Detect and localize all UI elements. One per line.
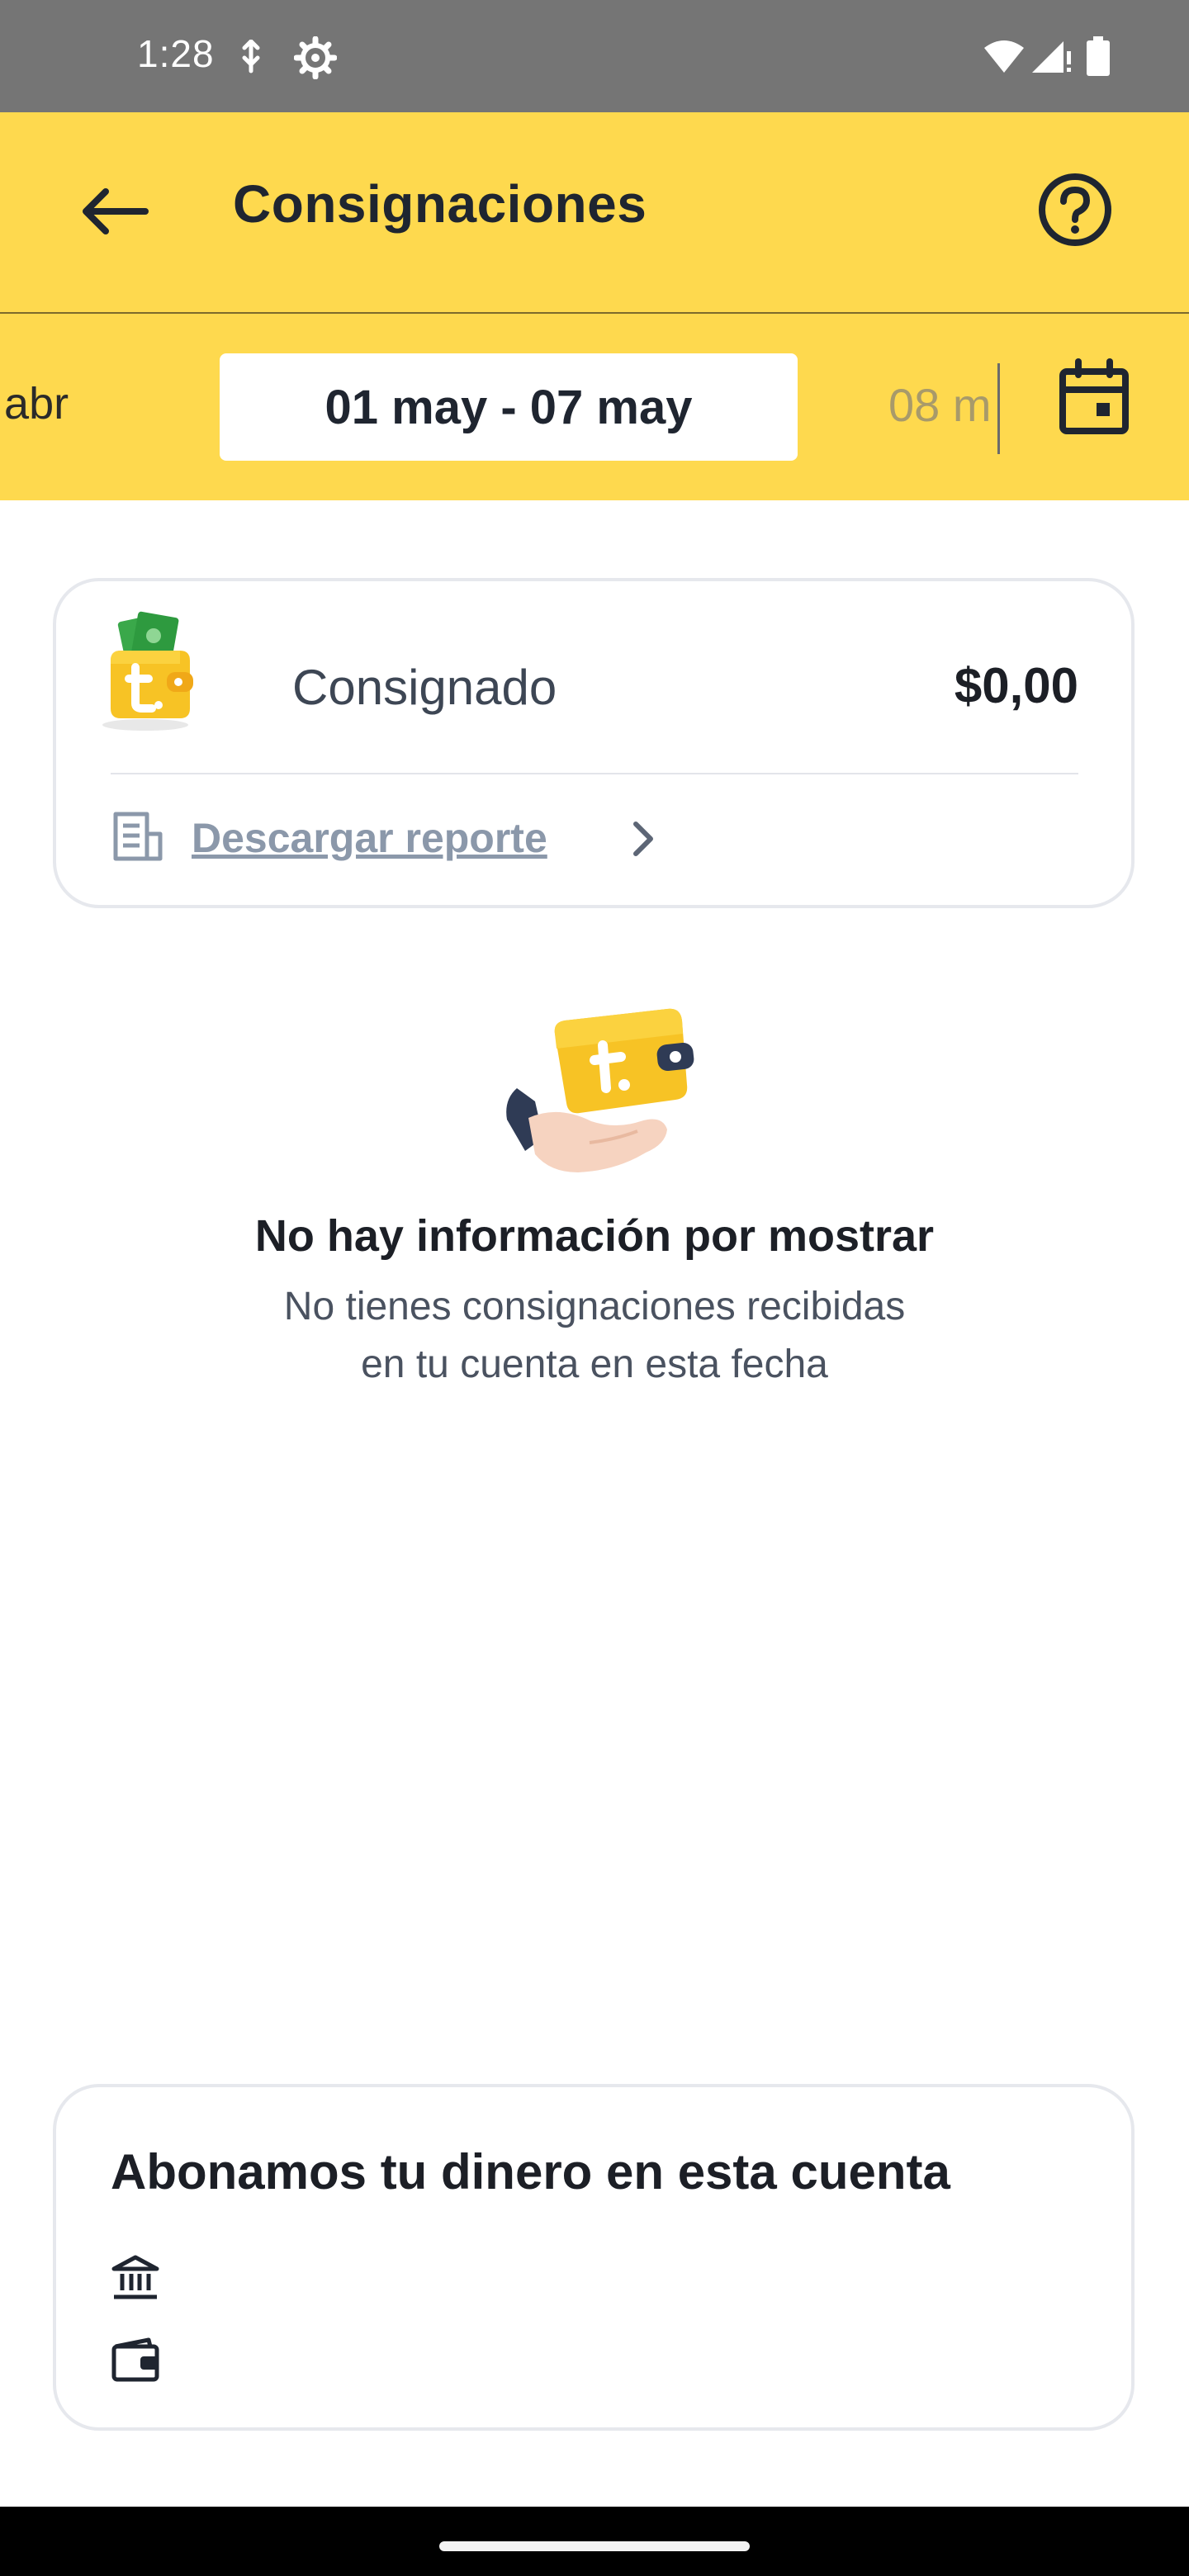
wallet-icon: [111, 2337, 159, 2382]
chevron-right-icon[interactable]: [624, 817, 662, 860]
summary-card: Consignado $0,00 Descargar reporte: [53, 578, 1135, 908]
week-tab-previous[interactable]: 0 abr: [0, 378, 69, 429]
week-tab-current[interactable]: 01 may - 07 may: [220, 353, 798, 461]
hand-wallet-illustration: [506, 1008, 694, 1172]
help-icon[interactable]: [1032, 167, 1118, 253]
empty-state-subtitle-line-2: en tu cuenta en esta fecha: [361, 1342, 828, 1386]
settings-icon: [294, 36, 337, 79]
wallet-money-icon: [102, 611, 193, 731]
week-selector: 0 abr 01 may - 07 may 08 m: [0, 314, 1189, 500]
week-tab-next[interactable]: 08 m: [887, 363, 1000, 454]
empty-state-subtitle: No tienes consignaciones recibidas en tu…: [0, 1278, 1189, 1394]
app-bar: Consignaciones: [0, 112, 1189, 314]
status-bar: 1:28: [0, 0, 1189, 112]
consignado-amount: $0,00: [954, 658, 1078, 713]
divider: [111, 773, 1078, 774]
bank-icon: [111, 2255, 159, 2299]
empty-state-subtitle-line-1: No tienes consignaciones recibidas: [283, 1285, 906, 1328]
wifi-icon: [984, 40, 1024, 73]
download-report-link[interactable]: Descargar reporte: [192, 814, 547, 862]
consignado-label: Consignado: [292, 660, 557, 715]
calendar-icon[interactable]: [1057, 357, 1131, 439]
account-card-title: Abonamos tu dinero en esta cuenta: [111, 2144, 950, 2200]
system-nav-bar: [0, 2507, 1189, 2576]
signal-icon: [1032, 41, 1071, 73]
status-time: 1:28: [137, 32, 215, 75]
battery-icon: [1087, 36, 1110, 76]
home-gesture-handle[interactable]: [439, 2541, 750, 2551]
week-tab-next-label: 08 m: [888, 379, 992, 431]
back-arrow-icon[interactable]: [74, 170, 157, 253]
usb-icon: [242, 40, 260, 73]
report-icon[interactable]: [111, 809, 165, 864]
page-title: Consignaciones: [233, 174, 647, 234]
account-card: Abonamos tu dinero en esta cuenta: [53, 2084, 1135, 2431]
empty-state-title: No hay información por mostrar: [254, 1211, 935, 1261]
